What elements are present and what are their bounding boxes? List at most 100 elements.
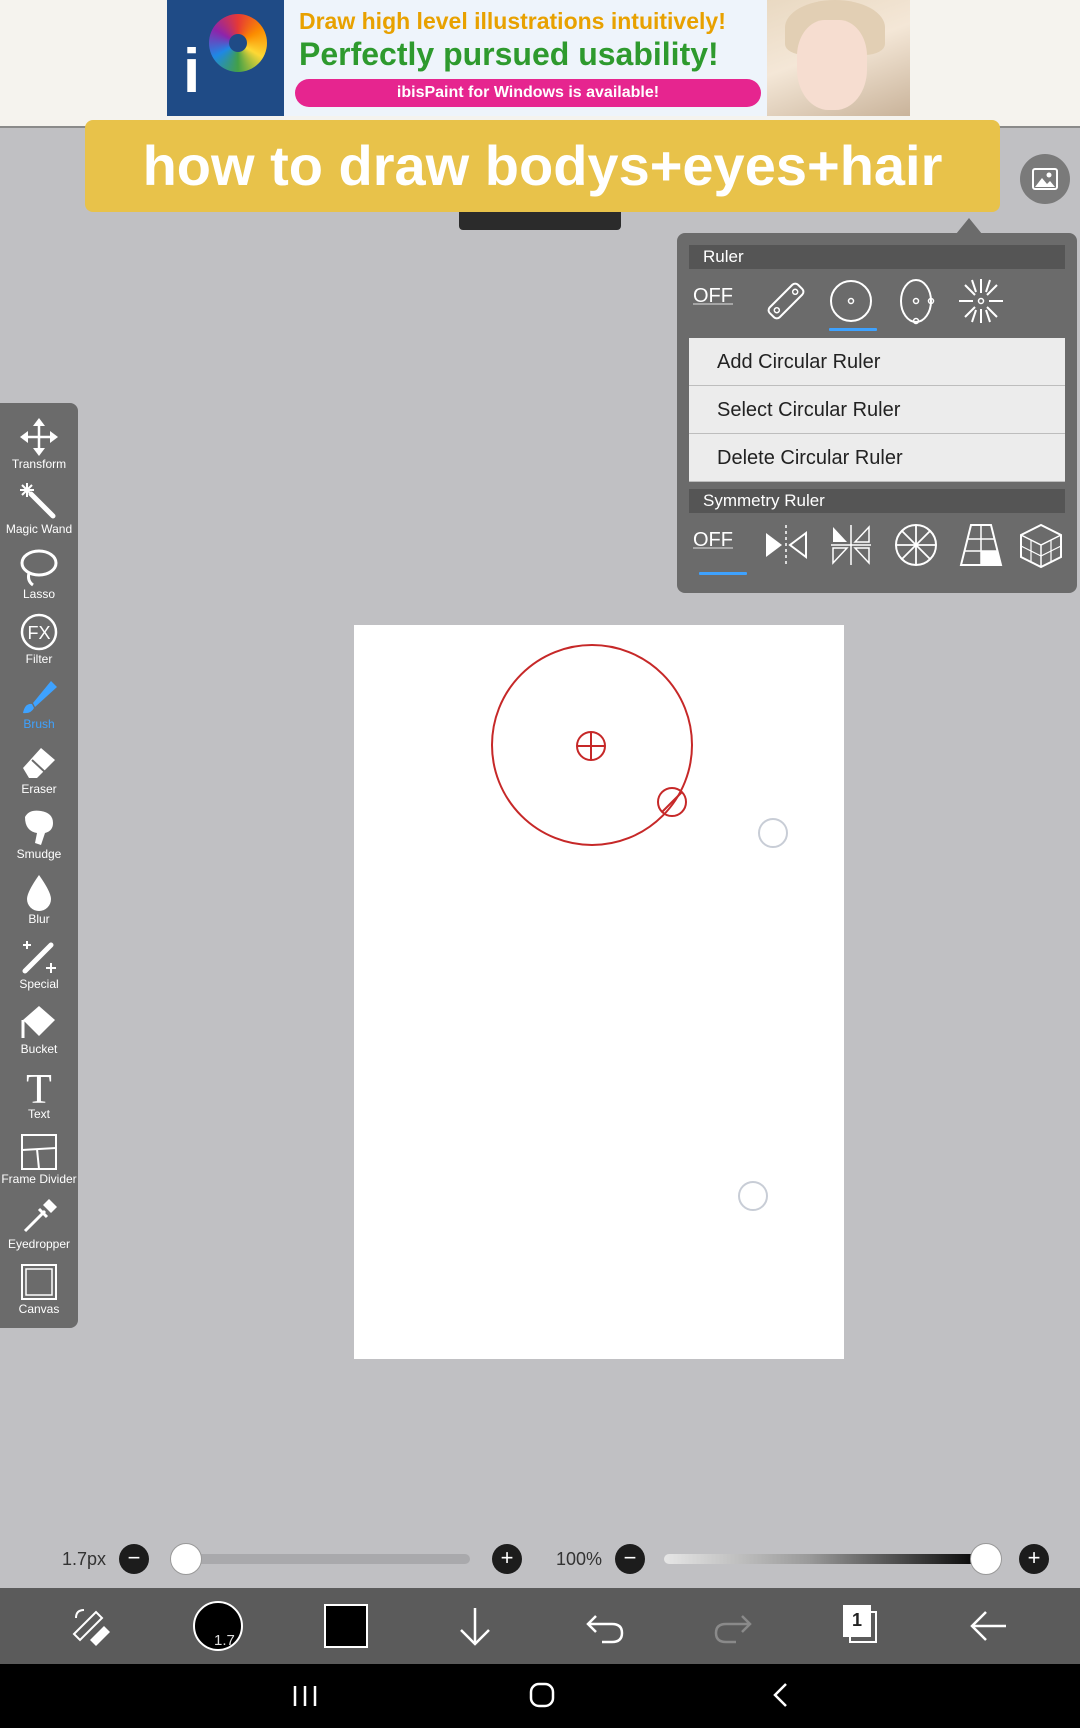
ruler-off-icon: OFF [693, 285, 733, 307]
tool-transform[interactable]: Transform [0, 413, 78, 478]
tool-bucket[interactable]: Bucket [0, 998, 78, 1063]
symmetry-section-title: Symmetry Ruler [689, 489, 1065, 513]
perspective-ruler-button[interactable] [949, 515, 1009, 575]
straight-ruler-icon [767, 282, 805, 320]
ibispaint-logo: i [167, 0, 284, 116]
tool-sidebar: Transform Magic Wand Lasso FX Filter Bru… [0, 403, 78, 1328]
tool-label: Bucket [20, 1042, 58, 1056]
tool-canvas[interactable]: Canvas [0, 1258, 78, 1323]
color-wheel-icon [209, 14, 267, 72]
move-arrows-icon [20, 418, 58, 456]
circular-ruler-menu: Add Circular Ruler Select Circular Ruler… [689, 338, 1065, 482]
color-button[interactable] [324, 1588, 368, 1664]
special-pen-icon [22, 941, 56, 974]
ad-illustration [767, 0, 910, 116]
brush-icon [23, 681, 57, 714]
back-icon[interactable] [768, 1680, 792, 1710]
layer-count: 1 [852, 1610, 863, 1630]
rotational-ruler-button[interactable] [884, 515, 944, 575]
circular-ruler-button[interactable] [819, 271, 879, 331]
tool-label: Frame Divider [1, 1172, 77, 1186]
ad-headline: Draw high level illustrations intuitivel… [299, 8, 726, 34]
smudge-finger-icon [25, 810, 53, 845]
ruler-off-button[interactable]: OFF [689, 271, 749, 331]
delete-circular-ruler-item[interactable]: Delete Circular Ruler [689, 434, 1065, 482]
drawing-canvas[interactable] [354, 625, 844, 1359]
brush-size-slider[interactable] [170, 1554, 470, 1564]
add-circular-ruler-item[interactable]: Add Circular Ruler [689, 338, 1065, 386]
ad-strip: i Draw high level illustrations intuitiv… [0, 0, 1080, 128]
selected-indicator [699, 572, 747, 575]
select-circular-ruler-item[interactable]: Select Circular Ruler [689, 386, 1065, 434]
tool-brush[interactable]: Brush [0, 673, 78, 738]
tool-label: Magic Wand [5, 522, 73, 536]
redo-icon [714, 1615, 752, 1644]
tool-filter[interactable]: FX Filter [0, 608, 78, 673]
ruler-popup-pointer [956, 218, 982, 234]
text-t-icon: T [26, 1067, 52, 1107]
ad-face [797, 20, 867, 110]
ruler-popup: Ruler OFF Add Circular Ruler Select Circ… [677, 233, 1077, 593]
undo-button[interactable] [582, 1588, 626, 1664]
lasso-icon [20, 549, 58, 587]
brush-size-badge: 1.7 [214, 1632, 235, 1649]
reference-window-button[interactable] [1020, 154, 1070, 204]
eraser-icon [23, 748, 55, 778]
mirror-ruler-button[interactable] [754, 515, 814, 575]
brush-eraser-swap-icon [72, 1609, 110, 1646]
perspective-3d-ruler-button[interactable] [1009, 515, 1069, 575]
brush-size-slider-knob[interactable] [170, 1543, 202, 1575]
video-caption: how to draw bodys+eyes+hair [85, 120, 1000, 212]
ad-cta[interactable]: ibisPaint for Windows is available! [295, 79, 761, 107]
ruler-type-row: OFF [689, 271, 1065, 331]
rotational-ruler-icon [895, 524, 937, 566]
tool-label: Special [19, 977, 59, 991]
radial-ruler-button[interactable] [949, 271, 1009, 331]
layers-button[interactable]: 1 [840, 1588, 884, 1664]
tool-text[interactable]: T Text [0, 1063, 78, 1128]
opacity-plus-button[interactable]: + [1019, 1544, 1049, 1574]
symmetry-off-icon: OFF [693, 529, 733, 551]
tool-label: Text [27, 1107, 50, 1121]
bottom-toolbar: 1.7 1 [0, 1588, 1080, 1664]
brush-preview-button[interactable]: 1.7 [192, 1588, 244, 1664]
opacity-value: 100% [556, 1549, 603, 1569]
ad-banner[interactable]: i Draw high level illustrations intuitiv… [167, 0, 910, 116]
redo-button[interactable] [712, 1588, 756, 1664]
brush-size-plus-button[interactable]: + [492, 1544, 522, 1574]
ellipse-ruler-button[interactable] [884, 271, 944, 331]
opacity-slider[interactable] [664, 1554, 986, 1564]
home-icon[interactable] [528, 1680, 558, 1710]
touch-point-2 [738, 1181, 768, 1211]
download-button[interactable] [455, 1588, 495, 1664]
tool-special[interactable]: Special [0, 933, 78, 998]
tool-lasso[interactable]: Lasso [0, 543, 78, 608]
tool-label: Eyedropper [7, 1237, 71, 1251]
recent-apps-icon[interactable] [290, 1682, 320, 1710]
image-icon [1032, 168, 1058, 190]
circular-ruler-icon [830, 280, 872, 322]
circular-ruler-overlay[interactable] [354, 625, 844, 1359]
opacity-minus-button[interactable]: − [615, 1544, 645, 1574]
straight-ruler-button[interactable] [754, 271, 814, 331]
ruler-section-title: Ruler [689, 245, 1065, 269]
tool-magic-wand[interactable]: Magic Wand [0, 478, 78, 543]
tool-smudge[interactable]: Smudge [0, 803, 78, 868]
symmetry-off-button[interactable]: OFF [689, 515, 749, 575]
logo-text: i [183, 37, 201, 106]
tool-label: Lasso [22, 587, 56, 601]
brush-size-minus-button[interactable]: − [119, 1544, 149, 1574]
quick-tools-button[interactable] [66, 1588, 116, 1664]
tool-label: Transform [11, 457, 67, 471]
touch-point-1 [758, 818, 788, 848]
back-button[interactable] [966, 1588, 1010, 1664]
kaleidoscope-ruler-button[interactable] [819, 515, 879, 575]
tool-label: Blur [28, 912, 50, 926]
tool-frame-divider[interactable]: Frame Divider [0, 1128, 78, 1193]
opacity-slider-knob[interactable] [970, 1543, 1002, 1575]
tool-label: Brush [23, 717, 55, 731]
svg-text:FX: FX [27, 623, 50, 643]
tool-eyedropper[interactable]: Eyedropper [0, 1193, 78, 1258]
tool-blur[interactable]: Blur [0, 868, 78, 933]
tool-eraser[interactable]: Eraser [0, 738, 78, 803]
